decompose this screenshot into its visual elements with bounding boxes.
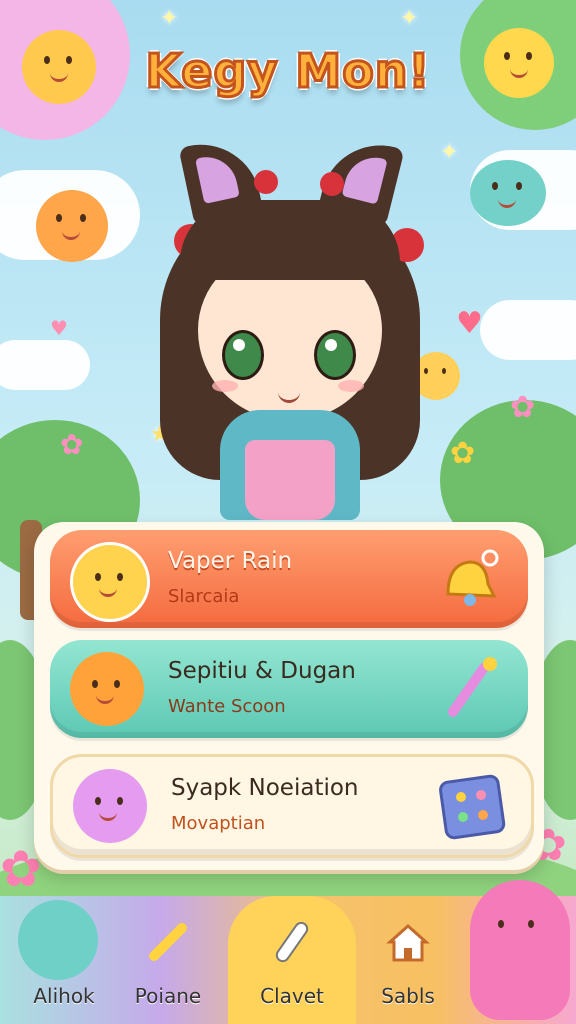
character-eye: [222, 330, 264, 380]
home-icon: [386, 923, 430, 962]
bandage-icon: [275, 921, 309, 963]
character-bangs: [180, 200, 400, 280]
flower-icon: ✿: [510, 390, 536, 425]
character-dress: [245, 440, 335, 520]
nav-item-clavet[interactable]: Clavet: [228, 896, 356, 1024]
flower-icon: ✿: [60, 428, 84, 461]
nav-item-poiane[interactable]: Poiane: [104, 896, 232, 1024]
purple-cat-icon: [73, 769, 147, 843]
orange-critter: [36, 190, 108, 262]
menu-item-label: Sepitiu & Dugan: [168, 658, 356, 684]
teal-bunny-icon: [18, 900, 98, 980]
wand-icon: [447, 657, 497, 717]
nav-item-sabls[interactable]: Sabls: [344, 896, 472, 1024]
nav-label: Poiane: [134, 984, 202, 1008]
heart-icon: ♥: [50, 316, 68, 340]
teal-critter: [470, 160, 546, 226]
fox-face-icon: [70, 652, 144, 726]
sparkle-icon: ✦: [440, 140, 459, 165]
hair-flower: [320, 172, 344, 196]
nav-label: Sabls: [381, 984, 435, 1008]
menu-item-label: Syapk Noeiation: [171, 775, 359, 801]
menu-item-vaper-rain[interactable]: Vaper Rain Slarcaia: [50, 530, 528, 628]
bone-icon: [149, 923, 187, 961]
cloud: [0, 340, 90, 390]
game-title-text: Kegy Mon!: [144, 43, 431, 100]
menu-item-sublabel: Slarcaia: [168, 586, 240, 607]
cloud: [480, 300, 576, 360]
character-blush: [212, 380, 238, 392]
main-character: [150, 132, 430, 530]
sparkle-icon: ✦: [160, 6, 179, 31]
character-mouth: [278, 390, 300, 403]
bell-key-icon: [446, 549, 499, 606]
heart-icon: ♥: [456, 306, 483, 341]
menu-item-label: Vaper Rain: [168, 548, 293, 574]
puzzle-board-icon: [439, 774, 506, 840]
menu-item-sublabel: Wante Scoon: [168, 696, 286, 717]
menu-item-sublabel: Movaptian: [171, 813, 266, 834]
game-title: Kegy Mon!: [0, 40, 576, 102]
character-blush: [338, 380, 364, 392]
nav-label: Clavet: [260, 984, 324, 1008]
flower-icon: ✿: [450, 436, 476, 471]
sparkle-icon: ✦: [400, 6, 419, 31]
pink-dino: [470, 880, 570, 1020]
star-face-icon: [70, 542, 150, 622]
menu-item-syapk-noeiation[interactable]: Syapk Noeiation Movaptian: [50, 754, 534, 858]
menu-item-sepitiu-dugan[interactable]: Sepitiu & Dugan Wante Scoon: [50, 640, 528, 738]
hair-flower: [254, 170, 278, 194]
character-eye: [314, 330, 356, 380]
main-menu-panel: Vaper Rain Slarcaia Sepitiu & Dugan Want…: [34, 522, 544, 870]
